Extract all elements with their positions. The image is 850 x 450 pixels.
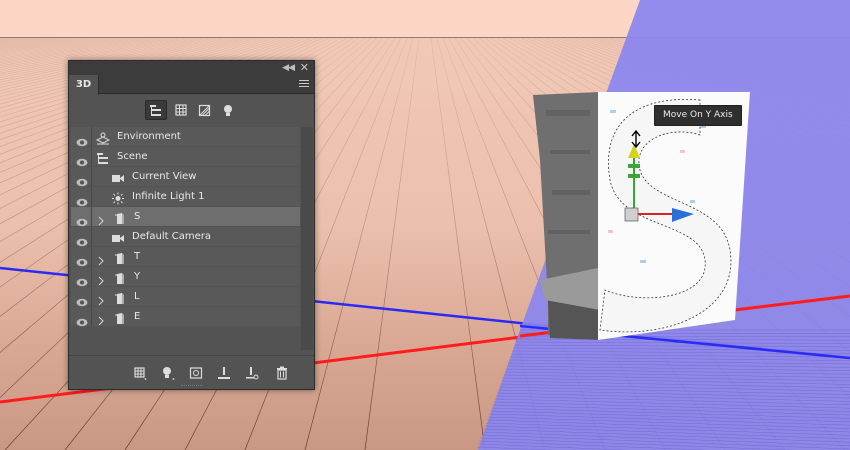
mesh-filter-button[interactable] — [170, 100, 192, 120]
panel-tab-bar: 3D — [69, 75, 314, 95]
visibility-eye-icon[interactable] — [76, 172, 88, 187]
panel-resize-grip[interactable] — [181, 385, 203, 388]
mesh-icon — [113, 290, 127, 304]
expand-chevron-icon[interactable] — [98, 271, 104, 286]
mesh-icon — [113, 270, 127, 284]
row-separator — [91, 207, 92, 226]
filter-toolbar — [69, 94, 314, 126]
row-separator — [91, 127, 92, 146]
layer-label: L — [134, 291, 140, 302]
layer-label: E — [134, 311, 141, 322]
layer-row[interactable]: Y — [71, 267, 300, 287]
layer-label: Infinite Light 1 — [132, 191, 205, 202]
layer-label: Scene — [117, 151, 148, 162]
layer-row[interactable]: S — [71, 207, 300, 227]
expand-chevron-icon[interactable] — [98, 211, 104, 226]
layer-row[interactable]: Scene — [71, 147, 300, 167]
visibility-eye-icon[interactable] — [76, 252, 88, 267]
layer-row[interactable]: T — [71, 247, 300, 267]
layer-row[interactable]: E — [71, 307, 300, 327]
light-filter-button[interactable] — [217, 100, 239, 120]
layer-label: Environment — [117, 131, 181, 142]
camera-icon — [111, 230, 125, 243]
material-filter-button[interactable] — [193, 100, 215, 120]
mesh-icon — [113, 210, 127, 224]
close-panel-icon[interactable]: ✕ — [300, 61, 309, 74]
row-separator — [91, 227, 92, 246]
panel-bottom-bar — [69, 355, 314, 389]
mesh-icon — [113, 310, 127, 324]
render-icon[interactable] — [189, 366, 203, 380]
layer-label: T — [134, 251, 141, 262]
panel-menu-icon[interactable] — [299, 80, 309, 89]
row-separator — [91, 307, 92, 326]
light-icon — [111, 190, 125, 205]
visibility-eye-icon[interactable] — [76, 232, 88, 247]
layer-label: S — [134, 211, 141, 222]
row-separator — [91, 167, 92, 186]
layer-list-scrollbar[interactable] — [301, 127, 313, 350]
visibility-eye-icon[interactable] — [76, 132, 88, 147]
environment-icon — [95, 130, 111, 145]
visibility-eye-icon[interactable] — [76, 312, 88, 327]
scene-filter-icon — [150, 104, 161, 116]
row-separator — [91, 287, 92, 306]
trash-icon[interactable] — [275, 366, 289, 380]
layer-row[interactable]: Current View — [71, 167, 300, 187]
panel-titlebar[interactable]: ◀◀ ✕ — [69, 61, 314, 75]
visibility-eye-icon[interactable] — [76, 152, 88, 167]
layer-label: Default Camera — [132, 231, 211, 242]
mesh-filter-icon — [175, 104, 187, 116]
material-filter-icon — [198, 104, 210, 116]
layer-label: Current View — [132, 171, 197, 182]
collapse-panel-icon[interactable]: ◀◀ — [282, 62, 295, 74]
visibility-eye-icon[interactable] — [76, 272, 88, 287]
layer-row[interactable]: Environment — [71, 127, 300, 147]
add-light-icon[interactable] — [161, 366, 175, 380]
expand-chevron-icon[interactable] — [98, 251, 104, 266]
scene-icon — [96, 150, 110, 164]
tab-3d[interactable]: 3D — [69, 75, 99, 95]
add-mesh-icon[interactable] — [133, 366, 147, 380]
add-constraint-icon[interactable] — [245, 366, 259, 380]
visibility-eye-icon[interactable] — [76, 192, 88, 207]
expand-chevron-icon[interactable] — [98, 311, 104, 326]
move-axis-tooltip: Move On Y Axis — [654, 105, 742, 126]
drop-to-plane-icon[interactable] — [217, 366, 231, 380]
layer-row[interactable]: Infinite Light 1 — [71, 187, 300, 207]
row-separator — [91, 267, 92, 286]
layer-label: Y — [134, 271, 141, 282]
row-separator — [91, 147, 92, 166]
visibility-eye-icon[interactable] — [76, 292, 88, 307]
visibility-eye-icon[interactable] — [76, 212, 88, 227]
camera-icon — [111, 170, 125, 183]
row-separator — [91, 247, 92, 266]
3d-panel: ◀◀ ✕ 3D Environment Scene Current View I… — [68, 60, 315, 390]
layer-list: Environment Scene Current View Infinite Lig… — [71, 127, 300, 327]
layer-row[interactable]: L — [71, 287, 300, 307]
scene-filter-button[interactable] — [145, 100, 167, 120]
layer-row[interactable]: Default Camera — [71, 227, 300, 247]
expand-chevron-icon[interactable] — [98, 291, 104, 306]
light-filter-icon — [224, 104, 232, 116]
row-separator — [91, 187, 92, 206]
mesh-icon — [113, 250, 127, 264]
